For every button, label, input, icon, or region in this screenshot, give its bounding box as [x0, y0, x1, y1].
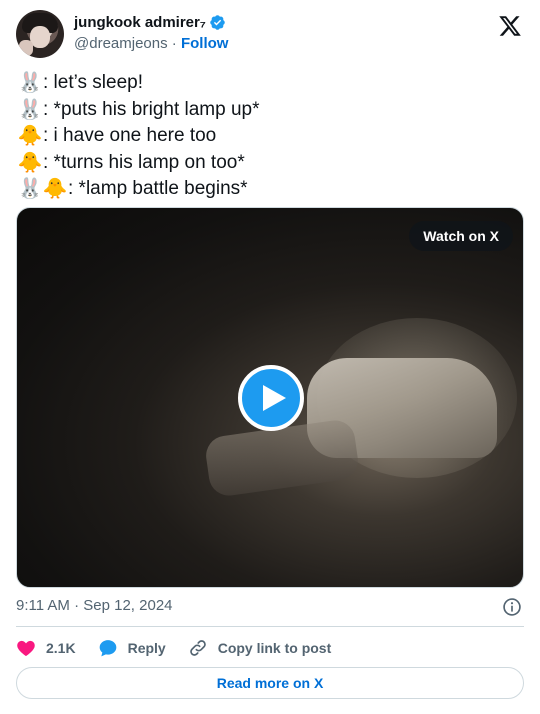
copy-link-label: Copy link to post: [217, 640, 332, 656]
tweet-line-text: : *turns his lamp on too*: [43, 151, 245, 173]
tweet-time: 9:11 AM: [16, 597, 70, 614]
tweet-date: Sep 12, 2024: [83, 597, 173, 614]
like-count: 2.1K: [46, 640, 76, 656]
reply-label: Reply: [127, 640, 166, 656]
link-icon: [189, 640, 206, 656]
read-more-button[interactable]: Read more on X: [16, 667, 524, 699]
avatar-face: [30, 26, 50, 48]
watch-on-x-button[interactable]: Watch on X: [409, 221, 513, 251]
bunny-emoji-icon: 🐰: [17, 98, 43, 121]
reply-button[interactable]: Reply: [98, 638, 166, 658]
bunny-emoji-icon: 🐰: [17, 72, 43, 95]
action-bar: 2.1K Reply Copy link to post: [16, 634, 353, 662]
like-button[interactable]: 2.1K: [16, 638, 76, 658]
tweet-line: 🐥 : *turns his lamp on too*: [18, 150, 508, 177]
author-name-row: jungkook admirer₇: [74, 14, 228, 31]
tweet-line: 🐰 🐥 : *lamp battle begins*: [18, 176, 508, 203]
chick-emoji-icon: 🐥: [42, 178, 68, 201]
tweet-line: 🐰 : let’s sleep!: [18, 70, 508, 97]
reply-bubble-icon: [99, 640, 116, 657]
x-logo-icon[interactable]: [498, 14, 522, 38]
divider: [16, 626, 524, 627]
video-player[interactable]: Watch on X: [16, 207, 524, 588]
tweet-line-text: : i have one here too: [43, 125, 217, 146]
info-icon[interactable]: [502, 597, 522, 617]
bunny-emoji-icon: 🐰: [17, 178, 43, 201]
tweet-line-text: : *puts his bright lamp up*: [43, 98, 260, 120]
tweet-line-text: : *lamp battle begins*: [68, 178, 248, 199]
tweet-line: 🐰 : *puts his bright lamp up*: [18, 97, 508, 124]
tweet-timestamp[interactable]: 9:11 AM · Sep 12, 2024: [16, 597, 173, 614]
copy-link-button[interactable]: Copy link to post: [188, 638, 332, 658]
chick-emoji-icon: 🐥: [17, 125, 43, 148]
verified-badge-icon: [210, 15, 225, 30]
play-icon: [263, 385, 286, 411]
video-blanket: [203, 417, 361, 499]
author-handle-row: @dreamjeons · Follow: [74, 35, 228, 52]
tweet-header: jungkook admirer₇ @dreamjeons · Follow: [16, 10, 524, 60]
tweet-line: 🐥 : i have one here too: [18, 123, 508, 150]
tweet-line-text: : let’s sleep!: [43, 72, 143, 93]
handle-separator: ·: [171, 35, 177, 52]
tweet-text: 🐰 : let’s sleep! 🐰 : *puts his bright la…: [18, 70, 508, 203]
avatar[interactable]: [16, 10, 64, 58]
heart-icon: [17, 640, 35, 656]
play-button[interactable]: [238, 365, 304, 431]
chick-emoji-icon: 🐥: [17, 151, 43, 174]
author-block: jungkook admirer₇ @dreamjeons · Follow: [74, 14, 228, 52]
timestamp-separator: ·: [74, 597, 80, 614]
follow-link[interactable]: Follow: [181, 35, 229, 52]
author-name[interactable]: jungkook admirer₇: [74, 14, 206, 31]
avatar-hand: [19, 40, 33, 56]
author-handle[interactable]: @dreamjeons: [74, 35, 168, 52]
